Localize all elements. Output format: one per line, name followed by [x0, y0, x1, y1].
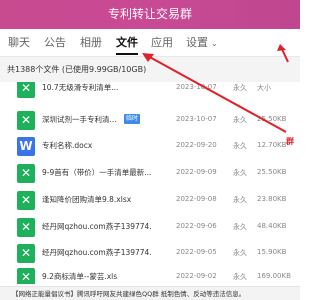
file-name: 经丹网qzhou.com燕子139774...: [42, 222, 152, 231]
chevron-down-icon: ⌄: [211, 39, 218, 48]
list-item[interactable]: ✕ 10.7无级滑专利清单... 2023-10-07 永久 大小: [0, 82, 300, 102]
tab-settings-label: 设置: [186, 36, 208, 49]
file-name: 9.2商标清单--蒙芸.xls: [42, 272, 118, 281]
file-expiry: 永久: [233, 116, 247, 124]
doc-icon: W: [17, 137, 35, 156]
file-name: 经丹网qzhou.com燕子139774...: [42, 248, 152, 257]
file-summary: 共1388个文件 (已使用9.99GB/10GB): [0, 56, 300, 82]
file-size: 12.70KB: [257, 141, 287, 149]
xls-icon: ✕: [17, 191, 35, 210]
list-item[interactable]: ✕ 经丹网qzhou.com燕子139774... 2022-09-05 永久 …: [0, 241, 300, 267]
file-date: 2023-10-07: [176, 115, 217, 123]
file-date: 2022-09-02: [176, 272, 217, 280]
xls-icon: ✕: [17, 164, 35, 183]
file-expiry: 永久: [233, 142, 247, 150]
file-name: 专利名称.docx: [42, 141, 93, 150]
window-title: 专利转让交易群: [0, 0, 300, 29]
file-size: 15.90KB: [257, 248, 287, 256]
file-expiry: 永久: [233, 169, 247, 177]
file-date: 2022-09-06: [176, 222, 217, 230]
list-item[interactable]: ✕ 9-9首有（带价）一手清单最新... 2022-09-09 永久 25.50…: [0, 161, 300, 187]
tab-files[interactable]: 文件: [116, 29, 138, 56]
file-size: 48.40KB: [257, 222, 287, 230]
file-size: 23.80KB: [257, 195, 287, 203]
xls-icon: ✕: [17, 82, 35, 98]
xls-icon: ✕: [17, 218, 35, 237]
xls-icon: ✕: [17, 244, 35, 263]
tab-apps[interactable]: 应用: [151, 29, 173, 56]
file-date: 2022-09-08: [176, 195, 217, 203]
file-size: 25.50KB: [257, 115, 287, 123]
file-name: 深圳试剂一手专利清...: [42, 115, 117, 124]
file-expiry: 永久: [233, 249, 247, 257]
file-expiry: 永久: [233, 196, 247, 204]
tab-album[interactable]: 相册: [80, 29, 102, 56]
list-item[interactable]: ✕ 逢知降价团购清单9.8.xlsx 2022-09-08 永久 23.80KB: [0, 188, 300, 214]
file-expiry: 永久: [233, 273, 247, 281]
file-name: 10.7无级滑专利清单...: [42, 83, 119, 92]
list-item[interactable]: ✕ 9.2商标清单--蒙芸.xls 2022-09-02 永久 169.00KB: [0, 265, 300, 284]
xls-icon: ✕: [17, 268, 35, 284]
annotation-side-text: 群: [286, 137, 294, 146]
file-size: 大小: [257, 84, 271, 92]
file-name: 逢知降价团购清单9.8.xlsx: [42, 195, 132, 204]
tab-announcements[interactable]: 公告: [44, 29, 66, 56]
list-item[interactable]: ✕ 深圳试剂一手专利清... 临时 2023-10-07 永久 25.50KB: [0, 108, 300, 134]
tab-chat[interactable]: 聊天: [8, 29, 30, 56]
file-date: 2022-09-05: [176, 248, 217, 256]
file-date: 2022-09-20: [176, 141, 217, 149]
file-name: 9-9首有（带价）一手清单最新...: [42, 168, 152, 177]
bottom-notice: 【网络正能量倡议书】腾讯呼吁网友共建绿色QQ群 抵制色情、反动等违法信息。: [0, 286, 300, 300]
file-size: 169.00KB: [257, 272, 291, 280]
list-item[interactable]: W 专利名称.docx 2022-09-20 永久 12.70KB: [0, 134, 300, 160]
file-list: ✕ 10.7无级滑专利清单... 2023-10-07 永久 大小 ✕ 深圳试剂…: [0, 82, 300, 284]
xls-icon: ✕: [17, 111, 35, 130]
list-item[interactable]: ✕ 经丹网qzhou.com燕子139774... 2022-09-06 永久 …: [0, 215, 300, 241]
file-expiry: 永久: [233, 223, 247, 231]
tab-settings[interactable]: 设置 ⌄: [186, 29, 218, 56]
file-size: 25.50KB: [257, 168, 287, 176]
temporary-badge: 临时: [124, 114, 141, 124]
file-expiry: 永久: [233, 84, 247, 92]
file-date: 2022-09-09: [176, 168, 217, 176]
group-tabs: 聊天 公告 相册 文件 应用 设置 ⌄: [0, 29, 300, 75]
file-date: 2023-10-07: [176, 83, 217, 91]
